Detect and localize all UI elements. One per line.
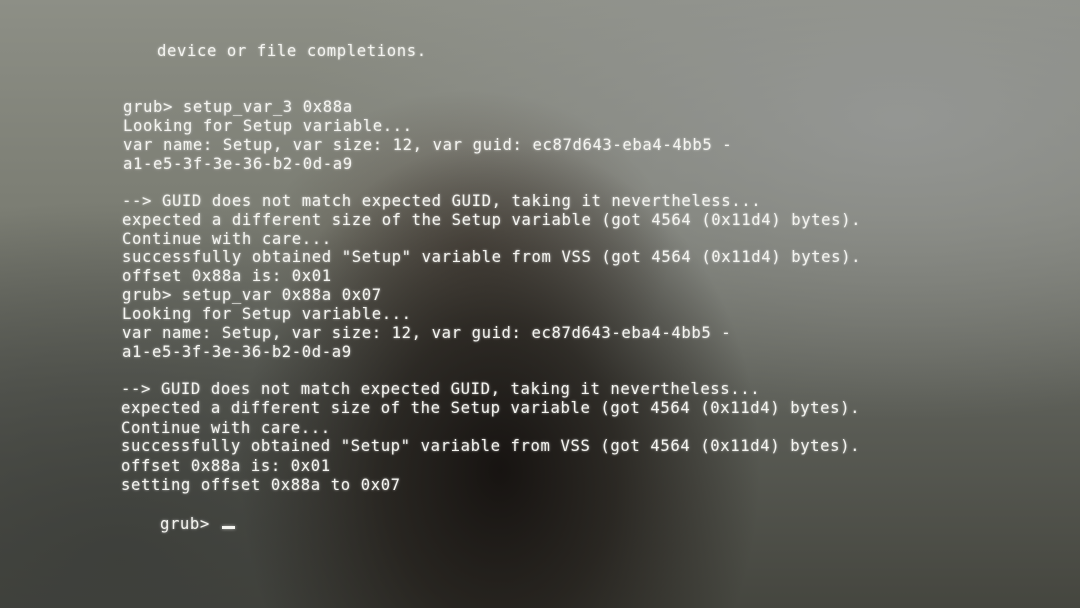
output-line: Looking for Setup variable... bbox=[122, 305, 412, 323]
output-line: var name: Setup, var size: 12, var guid:… bbox=[123, 136, 733, 154]
grub-prompt-line[interactable]: grub> bbox=[120, 497, 235, 551]
output-line: a1-e5-3f-3e-36-b2-0d-a9 bbox=[123, 155, 353, 173]
output-line: --> GUID does not match expected GUID, t… bbox=[121, 380, 761, 398]
grub-console[interactable]: device or file completions. grub> setup_… bbox=[0, 0, 1080, 608]
command-line: grub> setup_var_3 0x88a bbox=[123, 98, 353, 116]
output-line: a1-e5-3f-3e-36-b2-0d-a9 bbox=[122, 343, 352, 361]
output-line: expected a different size of the Setup v… bbox=[122, 211, 862, 229]
text-cursor bbox=[221, 526, 235, 529]
command-line: grub> setup_var 0x88a 0x07 bbox=[122, 286, 382, 304]
output-line: var name: Setup, var size: 12, var guid:… bbox=[122, 324, 732, 342]
output-line: --> GUID does not match expected GUID, t… bbox=[122, 192, 762, 210]
output-line: offset 0x88a is: 0x01 bbox=[121, 457, 331, 475]
output-line: successfully obtained "Setup" variable f… bbox=[121, 437, 861, 455]
output-line: device or file completions. bbox=[157, 42, 427, 60]
output-line: expected a different size of the Setup v… bbox=[121, 399, 861, 417]
grub-prompt: grub> bbox=[159, 515, 220, 533]
output-line: Continue with care... bbox=[122, 230, 332, 248]
output-line: setting offset 0x88a to 0x07 bbox=[121, 476, 401, 494]
output-line: offset 0x88a is: 0x01 bbox=[122, 267, 332, 285]
output-line: successfully obtained "Setup" variable f… bbox=[122, 248, 862, 266]
output-line: Continue with care... bbox=[121, 419, 331, 437]
output-line: Looking for Setup variable... bbox=[123, 117, 413, 135]
